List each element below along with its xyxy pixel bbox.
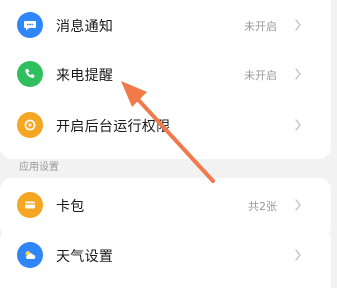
settings-item-label: 天气设置 [56,249,114,265]
chevron-right-icon [295,19,301,31]
settings-item-label: 消息通知 [56,19,114,35]
settings-item-label: 来电提醒 [56,68,114,84]
settings-item-label: 开启后台运行权限 [56,119,171,135]
section-title-app-settings: 应用设置 [19,162,59,173]
settings-item-label: 卡包 [56,199,85,215]
phone-icon [17,61,43,87]
status-text: 共2张 [248,200,277,213]
settings-item-background-run-permission[interactable]: 开启后台运行权限 [0,100,331,152]
settings-item-call-reminder[interactable]: 来电提醒 未开启 [0,49,331,101]
chevron-right-icon [295,68,301,80]
settings-item-card-wallet[interactable]: 卡包 共2张 [0,180,331,232]
weather-icon [17,242,43,268]
message-icon [17,12,43,38]
card-wallet-icon [17,192,43,218]
chevron-right-icon [295,249,301,261]
chevron-right-icon [295,119,301,131]
settings-item-weather[interactable]: 天气设置 [0,230,331,282]
status-text: 未开启 [244,20,277,33]
status-text: 未开启 [244,69,277,82]
chevron-right-icon [295,199,301,211]
background-run-icon [17,112,43,138]
settings-item-message-notification[interactable]: 消息通知 未开启 [0,0,331,52]
